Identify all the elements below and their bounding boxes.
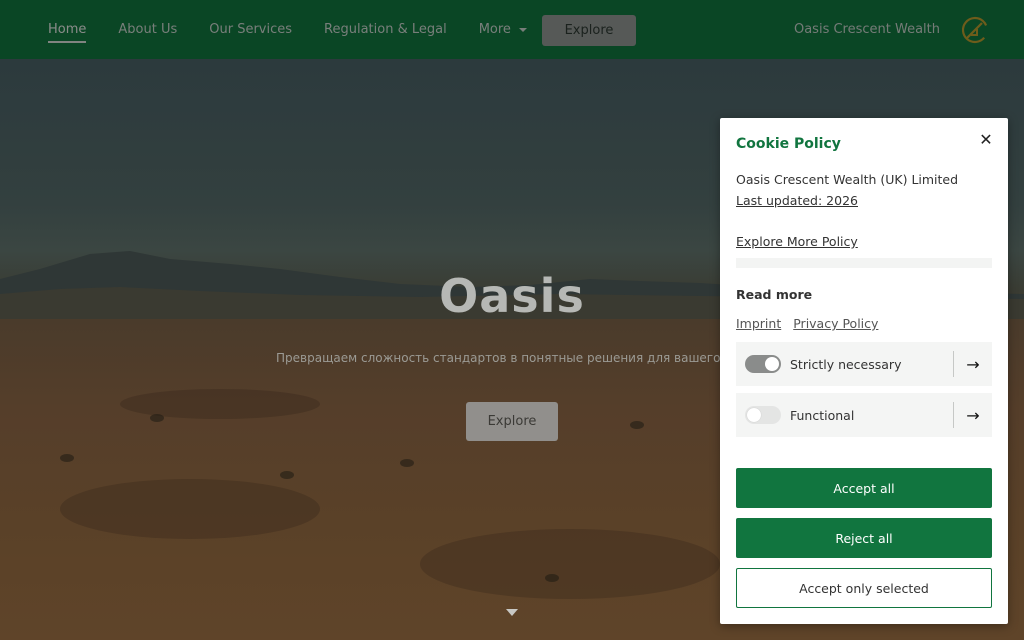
shrub: [60, 454, 74, 462]
arrow-right-icon[interactable]: →: [954, 355, 992, 374]
last-updated-link[interactable]: Last updated: 2026: [736, 193, 858, 208]
toggle-knob: [765, 357, 779, 371]
pref-row-strictly-necessary: Strictly necessary →: [736, 342, 992, 386]
cookie-policy-panel: Cookie Policy ✕ Oasis Crescent Wealth (U…: [720, 118, 1008, 624]
shrub: [150, 414, 164, 422]
imprint-link[interactable]: Imprint: [736, 316, 781, 331]
dune-shadow: [120, 389, 320, 419]
hero-explore-button[interactable]: Explore: [466, 402, 558, 441]
company-name: Oasis Crescent Wealth (UK) Limited: [736, 172, 959, 187]
top-navbar: Home About Us Our Services Regulation & …: [0, 0, 1024, 59]
pref-row-functional: Functional →: [736, 393, 992, 437]
strictly-necessary-label: Strictly necessary: [790, 356, 902, 372]
dune-shadow: [60, 479, 320, 539]
toggle-knob: [747, 408, 761, 422]
shrub: [630, 421, 644, 429]
strictly-necessary-toggle[interactable]: [745, 355, 781, 373]
read-more-heading: Read more: [736, 287, 813, 302]
divider: [736, 258, 992, 268]
functional-toggle[interactable]: [745, 406, 781, 424]
policy-links: Imprint Privacy Policy: [736, 316, 878, 331]
shrub: [280, 471, 294, 479]
cookie-title: Cookie Policy: [736, 136, 841, 152]
privacy-policy-link[interactable]: Privacy Policy: [793, 316, 878, 331]
triangle-down-icon[interactable]: [506, 609, 518, 616]
dune-shadow: [420, 529, 720, 599]
reject-all-button[interactable]: Reject all: [736, 518, 992, 558]
close-icon[interactable]: ✕: [978, 132, 994, 148]
accept-all-button[interactable]: Accept all: [736, 468, 992, 508]
explore-more-policy-link[interactable]: Explore More Policy: [736, 234, 858, 249]
shrub: [545, 574, 559, 582]
functional-label: Functional: [790, 407, 855, 423]
hero-subtitle: Превращаем сложность стандартов в понятн…: [276, 351, 746, 365]
accept-only-selected-button[interactable]: Accept only selected: [736, 568, 992, 608]
navbar-dim-overlay: [0, 0, 1024, 59]
shrub: [400, 459, 414, 467]
arrow-right-icon[interactable]: →: [954, 406, 992, 425]
